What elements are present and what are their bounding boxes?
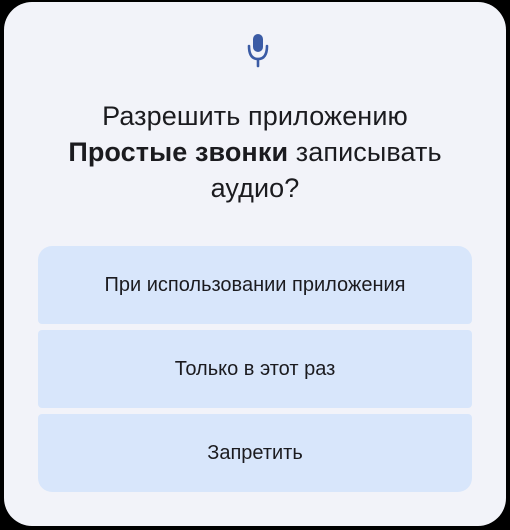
title-line-3: аудио? xyxy=(210,173,300,203)
allow-while-using-button[interactable]: При использовании приложения xyxy=(38,246,472,324)
app-name: Простые звонки xyxy=(68,137,289,167)
allow-once-button[interactable]: Только в этот раз xyxy=(38,330,472,408)
dialog-title: Разрешить приложению Простые звонки запи… xyxy=(4,98,506,206)
title-line-2: Простые звонки записывать xyxy=(4,134,506,170)
deny-button[interactable]: Запретить xyxy=(38,414,472,492)
title-verb: записывать xyxy=(295,137,442,167)
microphone-icon xyxy=(247,34,269,68)
permission-dialog: Разрешить приложению Простые звонки запи… xyxy=(4,2,506,526)
title-line-1: Разрешить приложению xyxy=(102,101,408,131)
